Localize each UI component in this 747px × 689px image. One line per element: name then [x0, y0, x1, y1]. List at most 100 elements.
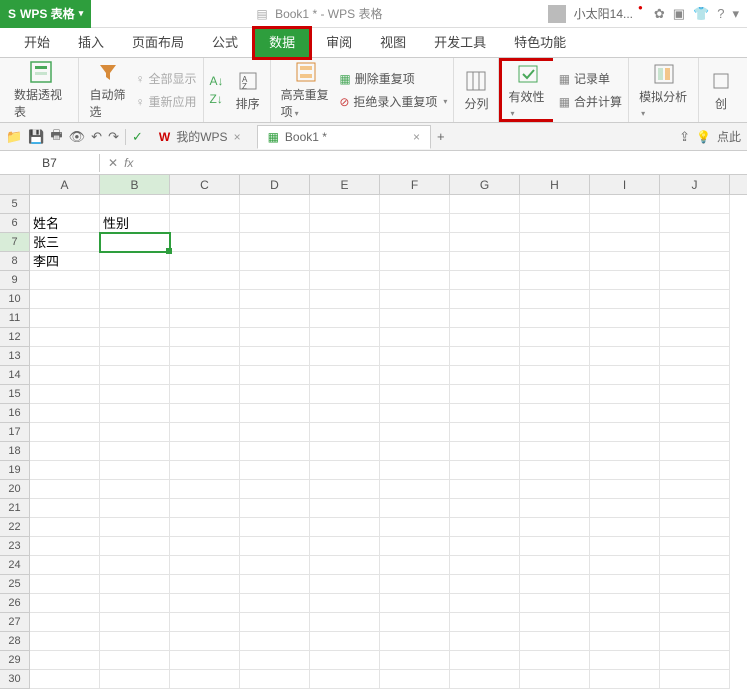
cell-B7[interactable]	[100, 233, 170, 252]
cell-B30[interactable]	[100, 670, 170, 689]
cell-F5[interactable]	[380, 195, 450, 214]
cell-G16[interactable]	[450, 404, 520, 423]
cell-C29[interactable]	[170, 651, 240, 670]
cell-A21[interactable]	[30, 499, 100, 518]
cell-A19[interactable]	[30, 461, 100, 480]
cell-F13[interactable]	[380, 347, 450, 366]
cell-B11[interactable]	[100, 309, 170, 328]
cell-B28[interactable]	[100, 632, 170, 651]
cell-H8[interactable]	[520, 252, 590, 271]
col-header-I[interactable]: I	[590, 175, 660, 194]
cell-E30[interactable]	[310, 670, 380, 689]
cell-A12[interactable]	[30, 328, 100, 347]
showall-button[interactable]: ♀ 全部显示	[136, 70, 197, 87]
cell-I26[interactable]	[590, 594, 660, 613]
cell-A20[interactable]	[30, 480, 100, 499]
pivot-table-button[interactable]: 数据透视表	[10, 56, 72, 124]
cell-F22[interactable]	[380, 518, 450, 537]
cell-I7[interactable]	[590, 233, 660, 252]
row-header[interactable]: 29	[0, 651, 30, 670]
cell-F20[interactable]	[380, 480, 450, 499]
cell-G13[interactable]	[450, 347, 520, 366]
cell-D22[interactable]	[240, 518, 310, 537]
cell-C28[interactable]	[170, 632, 240, 651]
cell-C16[interactable]	[170, 404, 240, 423]
cell-A14[interactable]	[30, 366, 100, 385]
cell-F12[interactable]	[380, 328, 450, 347]
consolidate-button[interactable]: ▦ 合并计算	[559, 93, 622, 110]
cell-D7[interactable]	[240, 233, 310, 252]
cell-C9[interactable]	[170, 271, 240, 290]
skin-icon[interactable]: ✿	[654, 6, 665, 22]
tab-insert[interactable]: 插入	[64, 26, 118, 57]
cell-I22[interactable]	[590, 518, 660, 537]
cell-H11[interactable]	[520, 309, 590, 328]
row-header[interactable]: 18	[0, 442, 30, 461]
cell-I11[interactable]	[590, 309, 660, 328]
cell-C7[interactable]	[170, 233, 240, 252]
cell-A18[interactable]	[30, 442, 100, 461]
cell-H26[interactable]	[520, 594, 590, 613]
cell-G25[interactable]	[450, 575, 520, 594]
cell-A24[interactable]	[30, 556, 100, 575]
cell-J15[interactable]	[660, 385, 730, 404]
cell-J14[interactable]	[660, 366, 730, 385]
cell-J16[interactable]	[660, 404, 730, 423]
cell-J21[interactable]	[660, 499, 730, 518]
cell-A30[interactable]	[30, 670, 100, 689]
cell-C8[interactable]	[170, 252, 240, 271]
cell-F7[interactable]	[380, 233, 450, 252]
add-tab-icon[interactable]: +	[437, 129, 445, 144]
cell-B27[interactable]	[100, 613, 170, 632]
cell-H10[interactable]	[520, 290, 590, 309]
col-header-J[interactable]: J	[660, 175, 730, 194]
col-header-G[interactable]: G	[450, 175, 520, 194]
cell-D5[interactable]	[240, 195, 310, 214]
cell-H21[interactable]	[520, 499, 590, 518]
share-icon[interactable]: ⇪	[679, 129, 690, 145]
row-header[interactable]: 28	[0, 632, 30, 651]
row-header[interactable]: 23	[0, 537, 30, 556]
cell-C22[interactable]	[170, 518, 240, 537]
cell-E21[interactable]	[310, 499, 380, 518]
cell-F16[interactable]	[380, 404, 450, 423]
cell-I8[interactable]	[590, 252, 660, 271]
row-header[interactable]: 22	[0, 518, 30, 537]
cell-E20[interactable]	[310, 480, 380, 499]
print-icon[interactable]: 🖶	[50, 126, 62, 148]
cell-E13[interactable]	[310, 347, 380, 366]
col-header-B[interactable]: B	[100, 175, 170, 194]
row-header[interactable]: 5	[0, 195, 30, 214]
tab-review[interactable]: 审阅	[312, 26, 366, 57]
cell-H7[interactable]	[520, 233, 590, 252]
row-header[interactable]: 11	[0, 309, 30, 328]
cell-F8[interactable]	[380, 252, 450, 271]
cell-E5[interactable]	[310, 195, 380, 214]
cell-H13[interactable]	[520, 347, 590, 366]
cell-E16[interactable]	[310, 404, 380, 423]
cell-F27[interactable]	[380, 613, 450, 632]
col-header-A[interactable]: A	[30, 175, 100, 194]
sort-desc-icon[interactable]: Z↓	[210, 92, 224, 106]
cell-D15[interactable]	[240, 385, 310, 404]
cell-C30[interactable]	[170, 670, 240, 689]
cell-C19[interactable]	[170, 461, 240, 480]
cell-F21[interactable]	[380, 499, 450, 518]
cell-I16[interactable]	[590, 404, 660, 423]
chevron-down-icon[interactable]: ▾	[641, 109, 645, 118]
cell-C14[interactable]	[170, 366, 240, 385]
cell-C21[interactable]	[170, 499, 240, 518]
cell-C12[interactable]	[170, 328, 240, 347]
cell-B12[interactable]	[100, 328, 170, 347]
cell-J7[interactable]	[660, 233, 730, 252]
whatif-button[interactable]: 模拟分析▾	[635, 58, 692, 123]
cell-D30[interactable]	[240, 670, 310, 689]
row-header[interactable]: 27	[0, 613, 30, 632]
cell-H28[interactable]	[520, 632, 590, 651]
cell-D26[interactable]	[240, 594, 310, 613]
remove-dup-button[interactable]: ▦ 删除重复项	[339, 70, 447, 87]
cell-I27[interactable]	[590, 613, 660, 632]
cell-F18[interactable]	[380, 442, 450, 461]
cell-D27[interactable]	[240, 613, 310, 632]
cell-G12[interactable]	[450, 328, 520, 347]
